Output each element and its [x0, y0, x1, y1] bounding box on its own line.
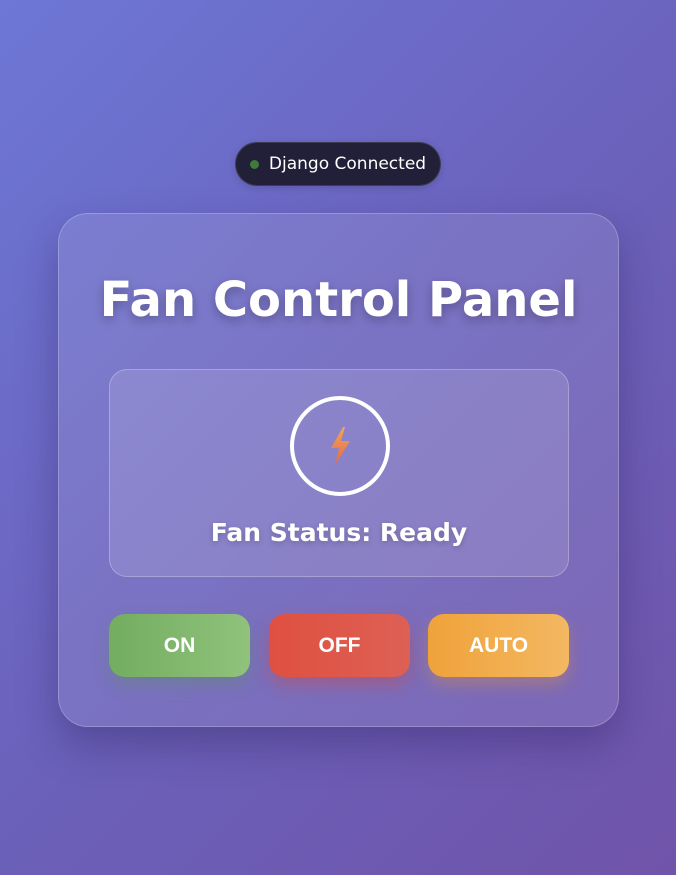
fan-on-button[interactable]: ON [109, 614, 250, 677]
fan-status-indicator [290, 396, 390, 496]
fan-status-text: Fan Status: Ready [210, 518, 468, 547]
connection-status-label: Django Connected [268, 154, 427, 174]
fan-control-card: Fan Control Panel Fan Status: Ready ON O… [58, 213, 619, 727]
panel-title: Fan Control Panel [99, 272, 578, 328]
lightning-bolt-icon [331, 427, 350, 465]
fan-auto-button[interactable]: AUTO [428, 614, 569, 677]
fan-off-button[interactable]: OFF [269, 614, 410, 677]
connection-indicator-dot [249, 159, 259, 169]
fan-status-box: Fan Status: Ready [109, 369, 569, 577]
connection-status-badge: Django Connected [235, 142, 441, 186]
